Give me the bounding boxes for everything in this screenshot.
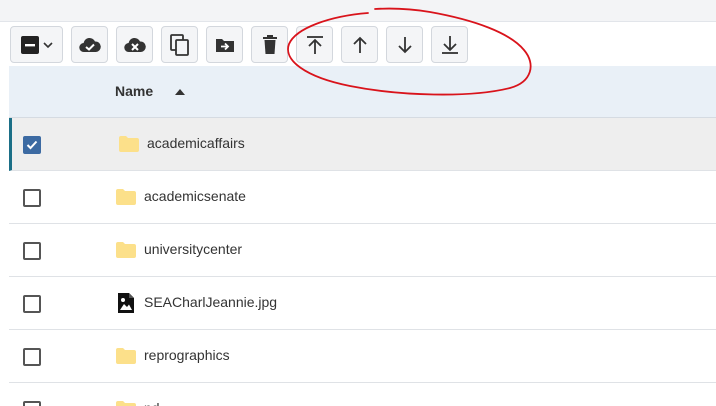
arrow-down-icon <box>397 36 412 53</box>
name-column-header[interactable]: Name <box>115 83 153 99</box>
check-in-button[interactable] <box>71 26 108 63</box>
sort-ascending-icon[interactable] <box>175 89 185 95</box>
row-checkbox[interactable] <box>23 348 41 366</box>
folder-icon <box>116 348 136 364</box>
item-name[interactable]: pd <box>144 400 160 406</box>
arrow-up-icon <box>352 36 367 53</box>
folder-icon <box>119 136 139 152</box>
move-button[interactable] <box>206 26 243 63</box>
copy-icon <box>169 33 189 56</box>
folder-icon <box>116 189 136 205</box>
chevron-down-icon <box>42 41 53 48</box>
item-name[interactable]: SEACharlJeannie.jpg <box>144 294 277 310</box>
delete-button[interactable] <box>251 26 288 63</box>
arrow-up-bar-icon <box>306 35 323 54</box>
move-top-button[interactable] <box>296 26 333 63</box>
row-checkbox[interactable] <box>23 295 41 313</box>
item-name[interactable]: academicsenate <box>144 188 246 204</box>
folder-icon <box>116 401 136 406</box>
list-item[interactable]: academicsenate <box>9 171 716 224</box>
arrow-down-bar-icon <box>441 35 458 54</box>
list-item[interactable]: SEACharlJeannie.jpg <box>9 277 716 330</box>
cancel-checkout-button[interactable] <box>116 26 153 63</box>
item-name[interactable]: universitycenter <box>144 241 242 257</box>
row-checkbox[interactable] <box>23 401 41 406</box>
top-strip <box>0 0 716 22</box>
folder-move-icon <box>215 38 234 52</box>
list-item[interactable]: universitycenter <box>9 224 716 277</box>
list-item[interactable]: reprographics <box>9 330 716 383</box>
file-list: Name academicaffairs academicsenate univ… <box>9 66 716 406</box>
cloud-x-icon <box>123 37 146 52</box>
list-header: Name <box>9 66 716 118</box>
trash-icon <box>262 34 277 54</box>
select-all-dropdown-button[interactable] <box>10 26 63 63</box>
copy-button[interactable] <box>161 26 198 63</box>
checkbox-minus-icon <box>20 35 39 54</box>
checkmark-icon <box>26 140 38 150</box>
row-checkbox[interactable] <box>23 189 41 207</box>
move-down-button[interactable] <box>386 26 423 63</box>
row-checkbox[interactable] <box>23 242 41 260</box>
cloud-check-icon <box>78 37 101 52</box>
folder-icon <box>116 242 136 258</box>
move-bottom-button[interactable] <box>431 26 468 63</box>
row-checkbox[interactable] <box>23 136 41 154</box>
image-file-icon <box>118 293 134 313</box>
list-item[interactable]: pd <box>9 383 716 406</box>
item-name[interactable]: reprographics <box>144 347 230 363</box>
move-up-button[interactable] <box>341 26 378 63</box>
item-name[interactable]: academicaffairs <box>147 135 245 151</box>
list-item[interactable]: academicaffairs <box>9 118 716 171</box>
toolbar <box>10 26 468 64</box>
